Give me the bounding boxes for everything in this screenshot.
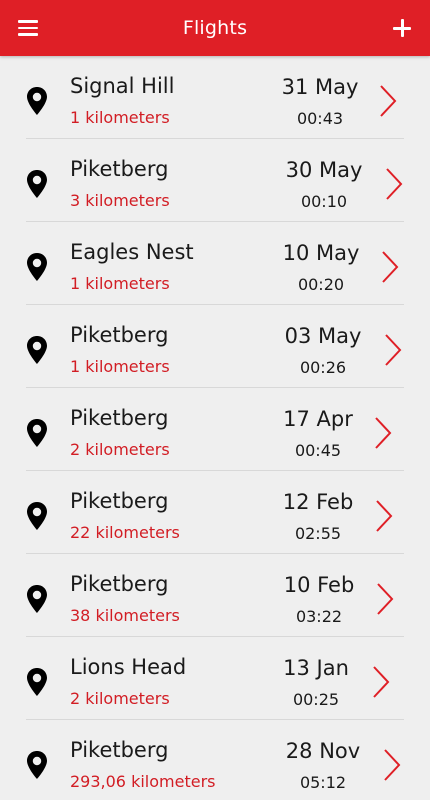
flight-list-item[interactable]: Piketberg 293,06 kilometers 28 Nov 05:12	[0, 720, 430, 800]
flight-date: 12 Feb	[282, 490, 354, 514]
location-pin-icon	[27, 502, 47, 530]
location-pin-icon	[27, 668, 47, 696]
chevron-right-icon	[380, 85, 397, 117]
flight-distance: 2 kilometers	[70, 440, 170, 459]
location-pin-icon	[27, 751, 47, 779]
flight-location: Piketberg	[70, 323, 169, 347]
flight-duration: 03:22	[295, 607, 343, 626]
location-pin-icon	[27, 87, 47, 115]
flight-date: 13 Jan	[283, 656, 349, 680]
flight-date: 10 May	[282, 241, 360, 265]
flight-date: 30 May	[285, 158, 363, 182]
flight-distance: 1 kilometers	[70, 357, 170, 376]
flight-location: Piketberg	[70, 157, 169, 181]
add-flight-button[interactable]	[386, 12, 418, 44]
chevron-right-icon	[385, 334, 402, 366]
flight-distance: 3 kilometers	[70, 191, 170, 210]
flight-duration: 00:10	[300, 192, 348, 211]
flight-list-item[interactable]: Piketberg 3 kilometers 30 May 00:10	[0, 139, 430, 222]
flight-duration: 00:26	[299, 358, 347, 377]
flight-list-item[interactable]: Piketberg 38 kilometers 10 Feb 03:22	[0, 554, 430, 637]
flight-date: 10 Feb	[283, 573, 355, 597]
flight-duration: 00:20	[297, 275, 345, 294]
flight-date: 17 Apr	[283, 407, 353, 431]
chevron-right-icon	[375, 417, 392, 449]
flight-distance: 22 kilometers	[70, 523, 180, 542]
flight-list-item[interactable]: Lions Head 2 kilometers 13 Jan 00:25	[0, 637, 430, 720]
location-pin-icon	[27, 170, 47, 198]
flight-list-item[interactable]: Signal Hill 1 kilometers 31 May 00:43	[0, 56, 430, 139]
flight-location: Eagles Nest	[70, 240, 194, 264]
flight-location: Piketberg	[70, 572, 169, 596]
chevron-right-icon	[376, 500, 393, 532]
flight-location: Piketberg	[70, 406, 169, 430]
flight-duration: 02:55	[294, 524, 342, 543]
flight-list-item[interactable]: Eagles Nest 1 kilometers 10 May 00:20	[0, 222, 430, 305]
flight-list-item[interactable]: Piketberg 1 kilometers 03 May 00:26	[0, 305, 430, 388]
flight-date: 03 May	[284, 324, 362, 348]
flight-duration: 00:45	[294, 441, 342, 460]
flight-list-item[interactable]: Piketberg 2 kilometers 17 Apr 00:45	[0, 388, 430, 471]
app-bar: Flights	[0, 0, 430, 56]
flight-location: Piketberg	[70, 738, 169, 762]
flight-duration: 05:12	[299, 773, 347, 792]
location-pin-icon	[27, 336, 47, 364]
chevron-right-icon	[377, 583, 394, 615]
flight-duration: 00:43	[296, 109, 344, 128]
chevron-right-icon	[382, 251, 399, 283]
location-pin-icon	[27, 585, 47, 613]
location-pin-icon	[27, 253, 47, 281]
page-title: Flights	[182, 17, 248, 39]
flight-list: Signal Hill 1 kilometers 31 May 00:43 Pi…	[0, 56, 430, 800]
flight-location: Piketberg	[70, 489, 169, 513]
flight-duration: 00:25	[292, 690, 340, 709]
flight-distance: 38 kilometers	[70, 606, 180, 625]
location-pin-icon	[27, 419, 47, 447]
chevron-right-icon	[373, 666, 390, 698]
chevron-right-icon	[384, 749, 401, 781]
flight-distance: 2 kilometers	[70, 689, 170, 708]
flight-location: Signal Hill	[70, 74, 175, 98]
flight-distance: 1 kilometers	[70, 274, 170, 293]
flight-list-item[interactable]: Piketberg 22 kilometers 12 Feb 02:55	[0, 471, 430, 554]
flight-distance: 293,06 kilometers	[70, 772, 216, 791]
chevron-right-icon	[386, 168, 403, 200]
flight-date: 31 May	[281, 75, 359, 99]
flight-distance: 1 kilometers	[70, 108, 170, 127]
flight-date: 28 Nov	[285, 739, 361, 763]
flight-location: Lions Head	[70, 655, 187, 679]
